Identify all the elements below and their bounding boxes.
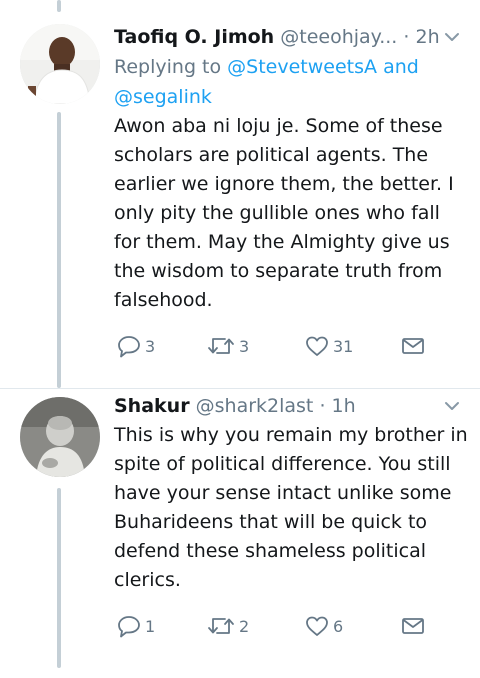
timestamp[interactable]: 1h: [332, 395, 356, 417]
mention-link[interactable]: @segalink: [114, 86, 212, 108]
tweet-header: Shakur @shark2last · 1h: [114, 391, 470, 421]
tweet[interactable]: Shakur @shark2last · 1h This is why you …: [0, 389, 480, 678]
tweet[interactable]: Taofiq O. Jimoh @teeohjay... · 2h Replyi…: [0, 0, 480, 388]
retweet-count: 2: [239, 616, 250, 636]
user-handle[interactable]: @teeohjay...: [280, 26, 397, 48]
mention-link[interactable]: @StevetweetsA: [227, 56, 377, 78]
direct-message-button[interactable]: [400, 331, 426, 361]
tweet-text: This is why you remain my brother in spi…: [114, 424, 468, 591]
display-name[interactable]: Taofiq O. Jimoh: [114, 26, 274, 48]
tweet-text: Awon aba ni loju je. Some of these schol…: [114, 115, 454, 311]
chevron-down-icon[interactable]: [444, 31, 460, 43]
reply-button[interactable]: 1: [116, 611, 155, 641]
like-button[interactable]: 6: [304, 611, 343, 641]
separator: ·: [403, 26, 410, 48]
replying-to-label: Replying to: [114, 56, 222, 78]
tweet-actions: 3 3 31: [114, 331, 470, 361]
envelope-icon: [402, 618, 424, 634]
envelope-icon: [402, 338, 424, 354]
reply-count: 1: [145, 616, 156, 636]
avatar[interactable]: [20, 397, 100, 477]
retweet-icon: [208, 338, 234, 354]
reply-icon: [118, 336, 140, 358]
avatar[interactable]: [20, 24, 100, 104]
reply-button[interactable]: 3: [116, 331, 155, 361]
heart-icon: [306, 336, 328, 356]
retweet-icon: [208, 618, 234, 634]
reply-count: 3: [145, 336, 156, 356]
like-button[interactable]: 31: [304, 331, 353, 361]
separator: ·: [319, 395, 326, 417]
tweet-header: Taofiq O. Jimoh @teeohjay... · 2h: [114, 22, 470, 52]
chevron-down-icon[interactable]: [444, 400, 460, 412]
retweet-button[interactable]: 3: [206, 331, 249, 361]
like-count: 31: [333, 336, 354, 356]
retweet-count: 3: [239, 336, 250, 356]
like-count: 6: [333, 616, 344, 636]
replying-to: Replying to @StevetweetsA and @segalink: [114, 52, 470, 112]
heart-icon: [306, 616, 328, 636]
display-name[interactable]: Shakur: [114, 395, 190, 417]
reply-icon: [118, 616, 140, 638]
user-handle[interactable]: @shark2last: [196, 395, 314, 417]
replying-to-and[interactable]: and: [383, 56, 419, 78]
direct-message-button[interactable]: [400, 611, 426, 641]
tweet-actions: 1 2 6: [114, 611, 470, 641]
timestamp[interactable]: 2h: [415, 26, 439, 48]
retweet-button[interactable]: 2: [206, 611, 249, 641]
